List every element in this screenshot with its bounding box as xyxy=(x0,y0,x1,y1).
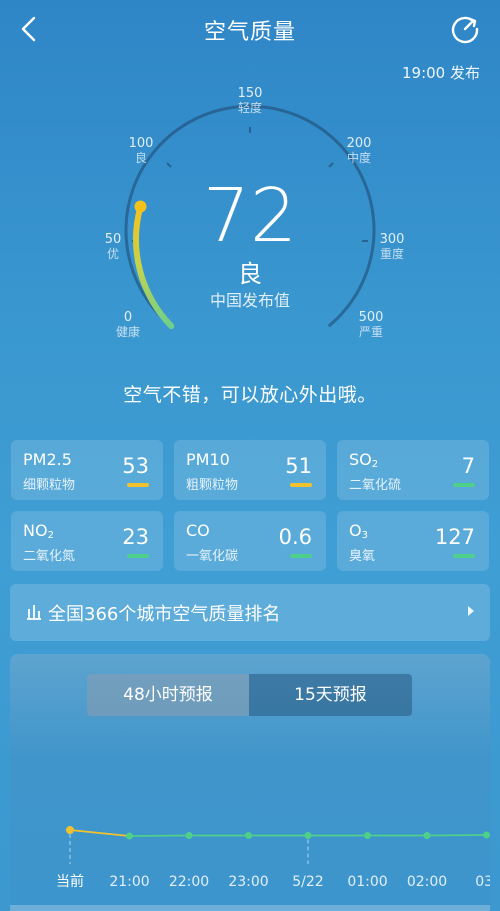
pollutant-level-bar xyxy=(127,554,149,558)
trend-point xyxy=(245,832,252,839)
time-label: 03: xyxy=(475,874,490,890)
pollutant-name: PM10 xyxy=(186,450,230,469)
tick-value: 200 xyxy=(346,136,372,151)
trend-segment xyxy=(426,834,487,837)
pollutant-cn-name: 细颗粒物 xyxy=(23,478,76,493)
pollutant-name: NO2 xyxy=(23,521,54,541)
time-label: 当前 xyxy=(56,873,84,890)
time-label: 23:00 xyxy=(228,874,268,890)
pollutant-value: 0.6 xyxy=(278,525,312,549)
gauge-tick-150: 150 轻度 xyxy=(220,86,280,116)
pollutant-card-pm10[interactable]: PM10 粗颗粒物 51 xyxy=(174,440,326,500)
pollutant-value: 51 xyxy=(285,454,312,478)
chart-bars-icon xyxy=(27,605,41,620)
pollutant-value: 7 xyxy=(461,454,475,478)
pollutant-level-bar xyxy=(290,483,312,487)
tick-value: 150 xyxy=(237,86,263,101)
time-label: 21:00 xyxy=(109,874,149,890)
pollutant-level-bar xyxy=(127,483,149,487)
pollutant-value: 23 xyxy=(122,525,149,549)
trend-point xyxy=(185,832,193,839)
forecast-panel: 48小时预报 15天预报 当前 21:00 22:00 23:00 5/22 01:00 0… xyxy=(10,654,490,911)
bottom-divider xyxy=(10,905,490,911)
tick-value: 100 xyxy=(128,136,154,151)
trend-segment xyxy=(129,834,190,837)
gauge-tick-500: 500 严重 xyxy=(341,310,401,340)
pollutant-card-co[interactable]: CO 一氧化碳 0.6 xyxy=(174,511,326,571)
trend-point xyxy=(364,832,371,839)
pollutant-name: CO xyxy=(186,521,210,540)
time-label: 01:00 xyxy=(347,874,387,890)
aqi-level: 良 xyxy=(238,260,262,288)
pollutant-card-o3[interactable]: O3 臭氧 127 xyxy=(337,511,489,571)
pollutant-name: PM2.5 xyxy=(23,450,72,469)
tick-value: 500 xyxy=(358,310,384,325)
pollutant-name: O3 xyxy=(349,521,368,541)
pollutant-value: 127 xyxy=(434,525,475,549)
tick-level: 良 xyxy=(134,151,147,165)
trend-point xyxy=(423,832,431,839)
pollutant-cn-name: 二氧化氮 xyxy=(23,549,76,564)
pollutant-card-pm25[interactable]: PM2.5 细颗粒物 53 xyxy=(11,440,163,500)
pollutant-level-bar xyxy=(453,554,475,558)
time-label: 02:00 xyxy=(407,874,447,890)
trend-point xyxy=(483,831,490,839)
trend-point xyxy=(304,832,312,839)
city-ranking-link[interactable]: 全国366个城市空气质量排名 xyxy=(10,584,490,641)
time-label: 5/22 xyxy=(292,874,323,890)
pollutant-cn-name: 二氧化硫 xyxy=(349,478,402,493)
pollutant-cn-name: 臭氧 xyxy=(349,549,376,564)
pollutant-cn-name: 粗颗粒物 xyxy=(186,478,239,493)
pollutant-level-bar xyxy=(453,483,475,487)
forecast-trend-chart: 当前 21:00 22:00 23:00 5/22 01:00 02:00 03: xyxy=(56,826,490,890)
tick-level: 健康 xyxy=(115,325,140,339)
trend-segment xyxy=(69,829,130,837)
air-quality-summary: 空气不错，可以放心外出哦。 xyxy=(123,384,377,406)
tick-value: 0 xyxy=(123,310,133,325)
tick-level: 严重 xyxy=(358,325,383,339)
aqi-source: 中国发布值 xyxy=(209,291,290,310)
gauge-tick-200: 200 中度 xyxy=(329,136,389,166)
pollutant-level-bar xyxy=(290,554,312,558)
pollutant-value: 53 xyxy=(122,454,149,478)
gauge-tick-100: 100 良 xyxy=(111,136,171,166)
gauge-tick-0: 0 健康 xyxy=(98,310,158,340)
pollutant-card-no2[interactable]: NO2 二氧化氮 23 xyxy=(11,511,163,571)
trend-point xyxy=(66,826,74,834)
chevron-right-icon xyxy=(468,606,474,616)
tick-level: 中度 xyxy=(346,151,371,165)
pollutant-name: SO2 xyxy=(349,450,379,470)
tick-level: 轻度 xyxy=(237,101,262,115)
time-label: 22:00 xyxy=(169,874,209,890)
trend-point xyxy=(126,832,133,840)
pollutant-card-so2[interactable]: SO2 二氧化硫 7 xyxy=(337,440,489,500)
aqi-value: 72 xyxy=(202,173,298,259)
ranking-label: 全国366个城市空气质量排名 xyxy=(48,604,281,625)
pollutant-cn-name: 一氧化碳 xyxy=(186,549,239,564)
